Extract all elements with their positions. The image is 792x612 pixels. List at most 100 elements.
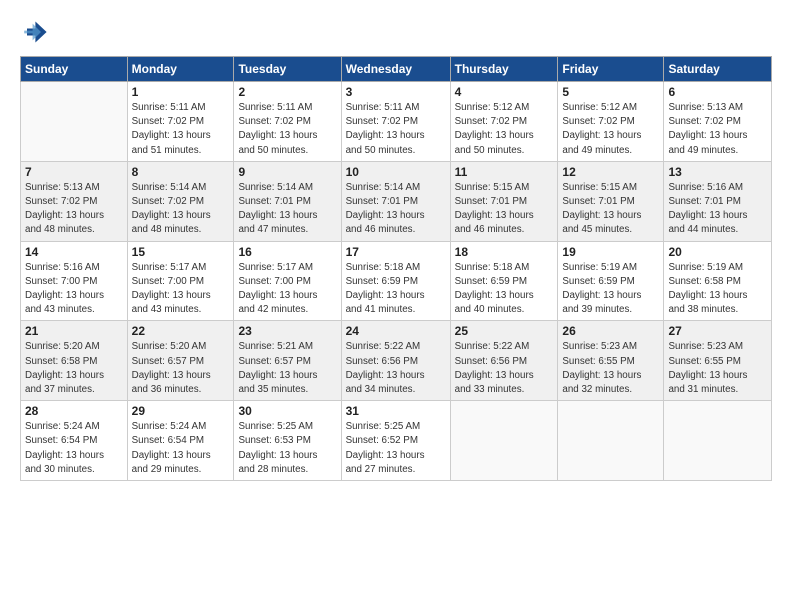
sunrise-text: Sunrise: 5:17 AM [132,261,230,275]
daylight-line1: Daylight: 13 hours [562,209,659,223]
day-info: Sunrise: 5:19 AMSunset: 6:58 PMDaylight:… [668,261,767,318]
day-number: 5 [562,85,659,99]
daylight-line1: Daylight: 13 hours [346,369,446,383]
day-info: Sunrise: 5:24 AMSunset: 6:54 PMDaylight:… [25,420,123,477]
sunrise-text: Sunrise: 5:14 AM [238,181,336,195]
day-number: 31 [346,404,446,418]
sunrise-text: Sunrise: 5:16 AM [668,181,767,195]
day-number: 18 [455,245,554,259]
daylight-line2: and 38 minutes. [668,303,767,317]
sunset-text: Sunset: 7:01 PM [455,195,554,209]
daylight-line1: Daylight: 13 hours [238,289,336,303]
sunset-text: Sunset: 7:02 PM [346,115,446,129]
sunset-text: Sunset: 6:59 PM [346,275,446,289]
daylight-line1: Daylight: 13 hours [455,129,554,143]
day-info: Sunrise: 5:14 AMSunset: 7:02 PMDaylight:… [132,181,230,238]
daylight-line1: Daylight: 13 hours [668,129,767,143]
day-info: Sunrise: 5:25 AMSunset: 6:53 PMDaylight:… [238,420,336,477]
calendar-cell: 31 Sunrise: 5:25 AMSunset: 6:52 PMDayligh… [341,401,450,481]
sunset-text: Sunset: 7:01 PM [238,195,336,209]
sunrise-text: Sunrise: 5:20 AM [132,340,230,354]
day-info: Sunrise: 5:13 AMSunset: 7:02 PMDaylight:… [668,101,767,158]
daylight-line1: Daylight: 13 hours [132,369,230,383]
sunset-text: Sunset: 7:02 PM [132,195,230,209]
sunset-text: Sunset: 6:54 PM [25,434,123,448]
day-number: 24 [346,324,446,338]
day-number: 17 [346,245,446,259]
logo-icon [20,18,48,46]
calendar-cell: 18 Sunrise: 5:18 AMSunset: 6:59 PMDayligh… [450,241,558,321]
daylight-line1: Daylight: 13 hours [346,209,446,223]
sunrise-text: Sunrise: 5:23 AM [562,340,659,354]
daylight-line1: Daylight: 13 hours [346,129,446,143]
sunrise-text: Sunrise: 5:22 AM [346,340,446,354]
calendar-header-monday: Monday [127,57,234,82]
sunset-text: Sunset: 6:53 PM [238,434,336,448]
daylight-line2: and 36 minutes. [132,383,230,397]
day-number: 12 [562,165,659,179]
calendar-cell: 25Sunrise: 5:22 AMSunset: 6:56 PMDayligh… [450,321,558,401]
calendar-cell: 3Sunrise: 5:11 AMSunset: 7:02 PMDaylight… [341,82,450,162]
day-number: 28 [25,404,123,418]
daylight-line1: Daylight: 13 hours [562,369,659,383]
sunset-text: Sunset: 6:57 PM [132,355,230,369]
daylight-line2: and 31 minutes. [668,383,767,397]
daylight-line2: and 50 minutes. [346,144,446,158]
sunrise-text: Sunrise: 5:14 AM [132,181,230,195]
calendar-cell: 6Sunrise: 5:13 AMSunset: 7:02 PMDaylight… [664,82,772,162]
daylight-line2: and 43 minutes. [132,303,230,317]
calendar-header-tuesday: Tuesday [234,57,341,82]
sunset-text: Sunset: 7:00 PM [25,275,123,289]
calendar-cell: 1Sunrise: 5:11 AMSunset: 7:02 PMDaylight… [127,82,234,162]
sunset-text: Sunset: 7:02 PM [25,195,123,209]
day-number: 9 [238,165,336,179]
sunrise-text: Sunrise: 5:12 AM [562,101,659,115]
sunset-text: Sunset: 6:56 PM [455,355,554,369]
sunrise-text: Sunrise: 5:16 AM [25,261,123,275]
sunrise-text: Sunrise: 5:11 AM [346,101,446,115]
daylight-line2: and 51 minutes. [132,144,230,158]
day-info: Sunrise: 5:16 AMSunset: 7:00 PMDaylight:… [25,261,123,318]
calendar-cell: 4Sunrise: 5:12 AMSunset: 7:02 PMDaylight… [450,82,558,162]
daylight-line2: and 50 minutes. [455,144,554,158]
day-number: 13 [668,165,767,179]
calendar-header-friday: Friday [558,57,664,82]
sunrise-text: Sunrise: 5:13 AM [25,181,123,195]
daylight-line2: and 29 minutes. [132,463,230,477]
header [20,18,772,46]
sunrise-text: Sunrise: 5:15 AM [562,181,659,195]
day-number: 29 [132,404,230,418]
sunrise-text: Sunrise: 5:25 AM [238,420,336,434]
calendar-cell: 5 Sunrise: 5:12 AMSunset: 7:02 PMDaylight… [558,82,664,162]
day-number: 26 [562,324,659,338]
sunrise-text: Sunrise: 5:20 AM [25,340,123,354]
sunrise-text: Sunrise: 5:14 AM [346,181,446,195]
sunrise-text: Sunrise: 5:18 AM [346,261,446,275]
calendar-header-row: SundayMondayTuesdayWednesdayThursdayFrid… [21,57,772,82]
day-info: Sunrise: 5:18 AMSunset: 6:59 PMDaylight:… [455,261,554,318]
day-number: 1 [132,85,230,99]
calendar-cell: 9 Sunrise: 5:14 AMSunset: 7:01 PMDaylight… [234,161,341,241]
day-number: 27 [668,324,767,338]
daylight-line1: Daylight: 13 hours [455,289,554,303]
calendar-cell: 17Sunrise: 5:18 AMSunset: 6:59 PMDayligh… [341,241,450,321]
calendar-cell: 2Sunrise: 5:11 AMSunset: 7:02 PMDaylight… [234,82,341,162]
daylight-line1: Daylight: 13 hours [25,449,123,463]
day-info: Sunrise: 5:11 AMSunset: 7:02 PMDaylight:… [238,101,336,158]
daylight-line1: Daylight: 13 hours [25,369,123,383]
day-info: Sunrise: 5:25 AMSunset: 6:52 PMDaylight:… [346,420,446,477]
daylight-line1: Daylight: 13 hours [668,209,767,223]
daylight-line2: and 49 minutes. [668,144,767,158]
sunset-text: Sunset: 6:57 PM [238,355,336,369]
calendar-cell: 19Sunrise: 5:19 AMSunset: 6:59 PMDayligh… [558,241,664,321]
calendar-cell: 12Sunrise: 5:15 AMSunset: 7:01 PMDayligh… [558,161,664,241]
day-info: Sunrise: 5:12 AMSunset: 7:02 PMDaylight:… [455,101,554,158]
logo [20,18,50,46]
sunset-text: Sunset: 7:02 PM [455,115,554,129]
daylight-line1: Daylight: 13 hours [238,209,336,223]
calendar-cell: 28 Sunrise: 5:24 AMSunset: 6:54 PMDayligh… [21,401,128,481]
sunrise-text: Sunrise: 5:11 AM [238,101,336,115]
day-info: Sunrise: 5:21 AMSunset: 6:57 PMDaylight:… [238,340,336,397]
sunrise-text: Sunrise: 5:23 AM [668,340,767,354]
day-info: Sunrise: 5:12 AMSunset: 7:02 PMDaylight:… [562,101,659,158]
